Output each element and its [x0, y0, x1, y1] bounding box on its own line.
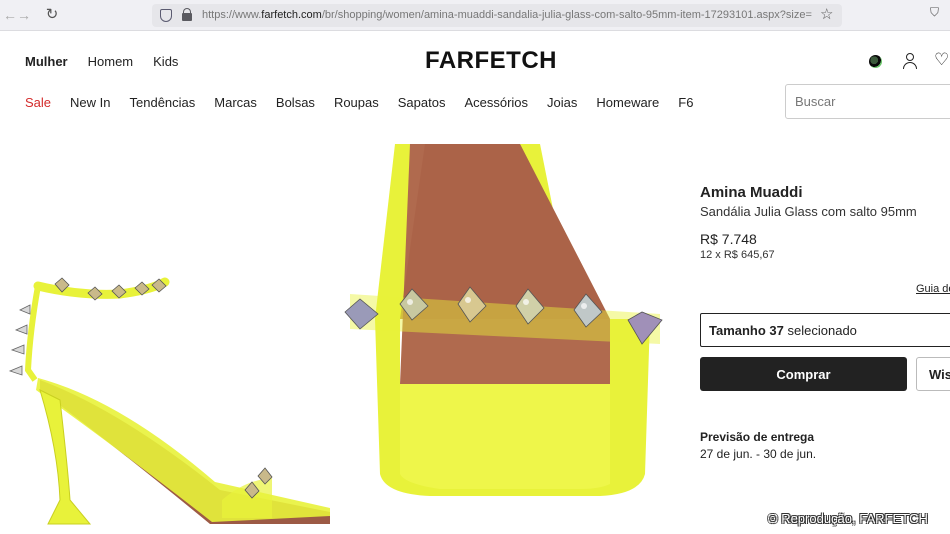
product-price: R$ 7.748	[700, 231, 757, 247]
nav-mulher[interactable]: Mulher	[25, 54, 68, 69]
nav-f6[interactable]: F6	[678, 95, 693, 110]
nav-acessorios[interactable]: Acessórios	[464, 95, 528, 110]
installments-text: 12 x R$ 645,67	[700, 249, 775, 261]
search-input[interactable]	[786, 85, 950, 118]
buy-button[interactable]: Comprar	[700, 357, 907, 391]
photo-credit: © Reprodução, FARFETCH	[768, 511, 928, 526]
nav-sapatos[interactable]: Sapatos	[398, 95, 446, 110]
size-status: selecionado	[787, 323, 857, 338]
nav-marcas[interactable]: Marcas	[214, 95, 257, 110]
nav-kids[interactable]: Kids	[153, 54, 178, 69]
size-value: Tamanho 37	[709, 323, 784, 338]
nav-roupas[interactable]: Roupas	[334, 95, 379, 110]
url-text[interactable]: https://www.farfetch.com/br/shopping/wom…	[202, 9, 814, 21]
browser-toolbar: ← → ↻ https://www.farfetch.com/br/shoppi…	[0, 0, 950, 31]
product-image-front[interactable]	[340, 144, 670, 534]
address-bar[interactable]: https://www.farfetch.com/br/shopping/wom…	[152, 4, 842, 27]
product-name: Sandália Julia Glass com salto 95mm	[700, 204, 917, 219]
nav-joias[interactable]: Joias	[547, 95, 577, 110]
product-image-side[interactable]	[0, 250, 340, 534]
size-guide-link[interactable]: Guia de	[916, 283, 950, 295]
category-nav: Sale New In Tendências Marcas Bolsas Rou…	[25, 95, 712, 110]
farfetch-logo[interactable]: FARFETCH	[425, 47, 557, 75]
product-brand[interactable]: Amina Muaddi	[700, 184, 803, 201]
forward-arrow-icon[interactable]: →	[14, 5, 34, 25]
shield-extension-icon[interactable]: ⛉	[930, 5, 950, 25]
nav-bolsas[interactable]: Bolsas	[276, 95, 315, 110]
wishlist-heart-icon[interactable]: ♡	[934, 50, 949, 70]
shield-icon[interactable]	[160, 9, 172, 22]
lock-icon[interactable]	[182, 8, 192, 21]
reload-icon[interactable]: ↻	[42, 5, 62, 25]
country-flag-icon[interactable]	[869, 55, 882, 68]
size-selector[interactable]: Tamanho 37 selecionado	[700, 313, 950, 347]
user-account-icon[interactable]	[902, 53, 918, 69]
wishlist-button[interactable]: Wis	[916, 357, 950, 391]
gender-nav: Mulher Homem Kids	[25, 54, 198, 69]
delivery-dates: 27 de jun. - 30 de jun.	[700, 447, 817, 461]
nav-sale[interactable]: Sale	[25, 95, 51, 110]
nav-homeware[interactable]: Homeware	[596, 95, 659, 110]
nav-tendencias[interactable]: Tendências	[130, 95, 196, 110]
nav-new-in[interactable]: New In	[70, 95, 110, 110]
delivery-title: Previsão de entrega	[700, 430, 815, 444]
nav-homem[interactable]: Homem	[88, 54, 134, 69]
bookmark-star-icon[interactable]: ☆	[820, 5, 833, 23]
search-box[interactable]	[785, 84, 950, 119]
